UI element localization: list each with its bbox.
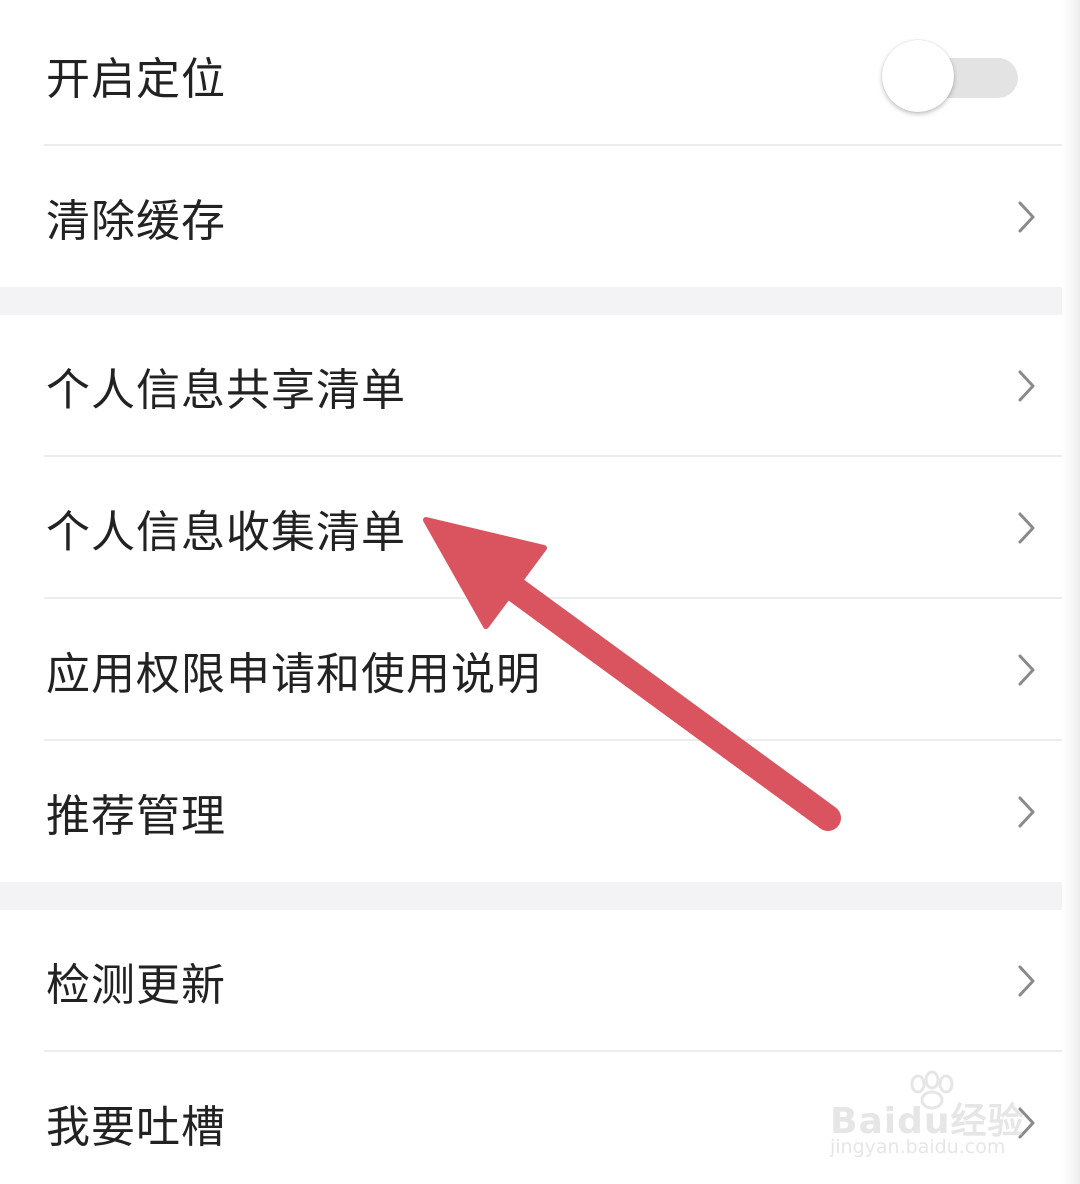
right-edge-shadow — [1062, 0, 1080, 1184]
item-label: 应用权限申请和使用说明 — [46, 649, 541, 700]
chevron-right-icon — [1018, 370, 1035, 402]
chevron-right-icon — [1018, 512, 1035, 544]
check-update-row[interactable]: 检测更新 — [0, 910, 1062, 1052]
chevron-right-icon — [1018, 796, 1035, 828]
clear-cache-row[interactable]: 清除缓存 — [0, 146, 1062, 288]
chevron-right-icon — [1018, 654, 1035, 686]
watermark-url: jingyan.baidu.com — [830, 1136, 1006, 1158]
location-label: 开启定位 — [46, 54, 226, 105]
section-gap — [0, 287, 1062, 315]
item-label: 我要吐槽 — [46, 1102, 226, 1153]
settings-screen: 开启定位 清除缓存 个人信息共享清单 个人信息收集清单 应用权限申请和使用说明 … — [0, 0, 1080, 1184]
recommendation-management-row[interactable]: 推荐管理 — [0, 741, 1062, 883]
personal-info-sharing-row[interactable]: 个人信息共享清单 — [0, 315, 1062, 457]
chevron-right-icon — [1018, 965, 1035, 997]
section-gap — [0, 882, 1062, 910]
app-permissions-row[interactable]: 应用权限申请和使用说明 — [0, 599, 1062, 741]
personal-info-collection-row[interactable]: 个人信息收集清单 — [0, 457, 1062, 599]
chevron-right-icon — [1018, 201, 1035, 233]
item-label: 个人信息共享清单 — [46, 365, 406, 416]
item-label: 个人信息收集清单 — [46, 507, 406, 558]
item-label: 检测更新 — [46, 960, 226, 1011]
location-toggle[interactable] — [882, 40, 1018, 116]
clear-cache-label: 清除缓存 — [46, 196, 226, 247]
item-label: 推荐管理 — [46, 791, 226, 842]
baidu-jingyan-watermark: Baidu经验 jingyan.baidu.com — [826, 1070, 1046, 1170]
location-row[interactable]: 开启定位 — [0, 4, 1062, 146]
toggle-knob — [882, 40, 954, 112]
